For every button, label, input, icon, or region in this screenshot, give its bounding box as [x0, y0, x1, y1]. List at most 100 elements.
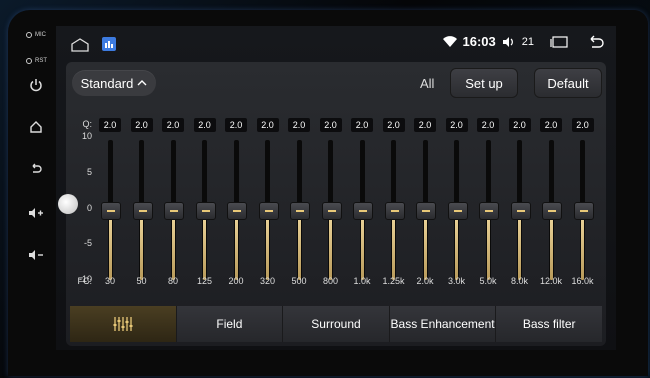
band-slider-knob[interactable]	[227, 202, 247, 220]
app-shortcut-button[interactable]	[102, 37, 116, 56]
band-slider-knob[interactable]	[416, 202, 436, 220]
mic-label: MIC	[35, 32, 46, 38]
app-icon	[102, 37, 116, 51]
tab-bass-enhancement[interactable]: Bass Enhancement	[389, 306, 497, 342]
q-value[interactable]: 2.0	[256, 118, 279, 132]
status-bar: 16:03 21	[56, 26, 616, 60]
fc-label: 2.0k	[416, 276, 434, 286]
band-slider-knob[interactable]	[479, 202, 499, 220]
fc-label: 1.0k	[353, 276, 371, 286]
volume-up-button[interactable]	[28, 206, 44, 220]
q-value[interactable]: 2.0	[540, 118, 562, 132]
y-tick-label: 5	[86, 166, 92, 177]
equalizer-panel: Standard All Set up Default Q: FC: 10 5 0-…	[66, 62, 606, 346]
band-level-fill	[140, 210, 143, 280]
band-level-fill	[234, 210, 238, 280]
fc-label: 1.25k	[382, 276, 405, 286]
fc-label: 500	[291, 276, 307, 286]
y-tick-label: -10	[78, 274, 92, 284]
tab-surround[interactable]: Surround	[283, 306, 390, 342]
q-value[interactable]: 2.0	[382, 118, 405, 132]
mic-indicator: MIC	[26, 32, 46, 38]
mic-dot-icon	[26, 32, 32, 38]
fc-label: 3.0k	[447, 276, 465, 286]
q-value[interactable]: 2.0	[319, 118, 342, 132]
setup-button[interactable]: Set up	[450, 68, 518, 98]
tab-equalizer[interactable]	[70, 306, 177, 342]
rst-dot-icon	[26, 58, 32, 64]
q-value[interactable]: 2.0	[571, 118, 594, 132]
back-button-hw[interactable]	[29, 162, 43, 176]
band-slider-knob[interactable]	[101, 202, 121, 220]
band-level-fill	[360, 210, 364, 280]
fc-label: 320	[259, 276, 276, 286]
band-level-fill	[486, 210, 490, 280]
fc-label: 5.0k	[479, 276, 497, 286]
tab-field[interactable]: Field	[176, 306, 284, 342]
floating-assist-button[interactable]	[58, 194, 78, 214]
fc-label: 8.0k	[510, 276, 528, 286]
q-value[interactable]: 2.0	[99, 118, 121, 132]
q-value[interactable]: 2.0	[477, 118, 499, 132]
q-value[interactable]: 2.0	[130, 118, 153, 132]
band-slider-knob[interactable]	[384, 202, 405, 220]
fc-label: 50	[136, 276, 147, 286]
fc-label: 30	[104, 276, 115, 286]
q-value[interactable]: 2.0	[445, 118, 468, 132]
chevron-up-icon	[137, 80, 147, 86]
wifi-icon	[442, 36, 457, 47]
band-level-fill	[171, 210, 175, 280]
band-level-fill	[329, 210, 332, 280]
q-value[interactable]: 2.0	[508, 118, 531, 132]
home-icon	[30, 121, 42, 133]
preset-label: Standard	[80, 75, 134, 91]
band-slider-knob[interactable]	[542, 202, 562, 220]
band-slider-knob[interactable]	[164, 202, 184, 220]
band-slider-knob[interactable]	[510, 202, 531, 220]
band-level-fill	[297, 210, 301, 280]
volume-up-icon	[29, 208, 43, 218]
band-slider-knob[interactable]	[258, 202, 279, 220]
band-slider-knob[interactable]	[353, 202, 373, 220]
band-level-fill	[423, 210, 427, 280]
power-button[interactable]	[29, 78, 43, 92]
q-value[interactable]: 2.0	[225, 118, 247, 132]
volume-level: 21	[521, 35, 534, 48]
q-value[interactable]: 2.0	[414, 118, 436, 132]
recent-apps-icon[interactable]	[550, 35, 568, 48]
clock: 16:03	[462, 34, 496, 49]
rst-label: RST	[35, 58, 47, 64]
fc-label: 16.0k	[571, 276, 594, 286]
band-slider-knob[interactable]	[573, 202, 594, 220]
screen: 16:03 21 Standard All Set up Default Q: …	[56, 26, 616, 350]
q-value[interactable]: 2.0	[193, 118, 216, 132]
band-level-fill	[518, 210, 521, 280]
rst-button[interactable]: RST	[26, 58, 47, 64]
band-slider-knob[interactable]	[290, 202, 310, 220]
power-icon	[30, 79, 42, 92]
q-value[interactable]: 2.0	[288, 118, 310, 132]
preset-dropdown[interactable]: Standard	[72, 70, 156, 96]
status-right: 16:03 21	[442, 34, 607, 49]
fc-label: 200	[228, 276, 244, 286]
q-axis-label: Q:	[82, 119, 92, 129]
band-slider-knob[interactable]	[132, 202, 153, 220]
band-slider-knob[interactable]	[195, 202, 216, 220]
band-level-fill	[266, 210, 269, 280]
band-level-fill	[549, 210, 553, 280]
home-outline-icon	[71, 38, 89, 52]
q-value[interactable]: 2.0	[162, 118, 184, 132]
fc-label: 80	[167, 276, 178, 286]
fc-label: 800	[322, 276, 339, 286]
back-icon	[32, 163, 42, 173]
home-nav-button[interactable]	[70, 38, 90, 57]
q-value[interactable]: 2.0	[351, 118, 373, 132]
default-button[interactable]: Default	[534, 68, 602, 98]
volume-down-button[interactable]	[28, 248, 44, 262]
home-button[interactable]	[29, 120, 43, 134]
tab-bass-filter[interactable]: Bass filter	[496, 306, 602, 342]
band-slider-knob[interactable]	[321, 202, 342, 220]
all-label: All	[420, 76, 435, 91]
band-slider-knob[interactable]	[447, 202, 468, 220]
back-arrow-icon[interactable]	[586, 35, 606, 49]
